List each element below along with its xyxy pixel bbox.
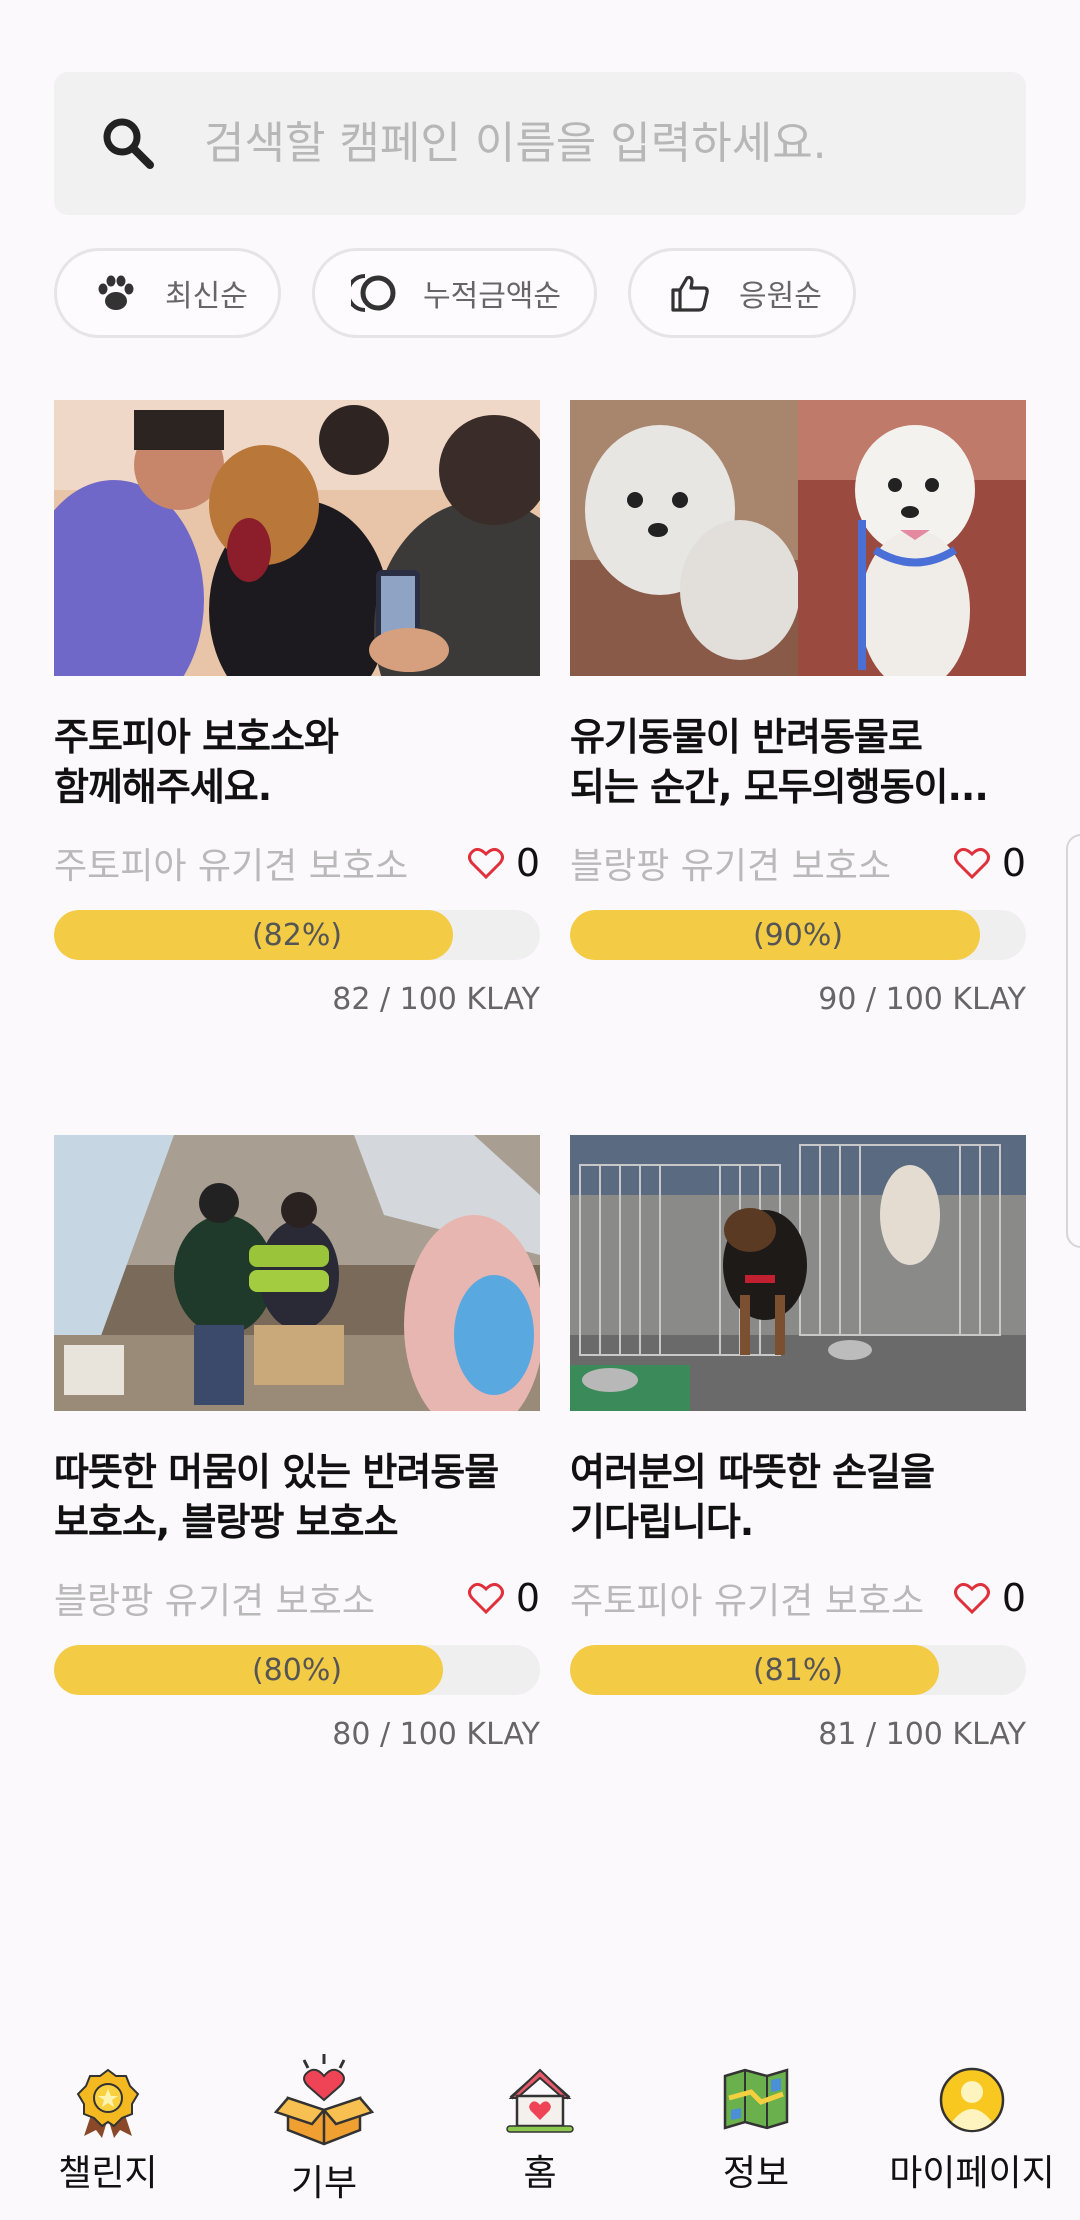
nav-item-challenge[interactable]: 챌린지 — [0, 2040, 216, 2220]
progress-bar: (90%) — [570, 910, 1026, 960]
heart-icon[interactable] — [953, 1581, 990, 1615]
nav-label: 마이페이지 — [889, 2153, 1055, 2194]
campaign-card[interactable]: 유기동물이 반려동물로 되는 순간, 모두의행동이... 블랑팡 유기견 보호소… — [570, 400, 1026, 1017]
nav-item-info[interactable]: 정보 — [648, 2040, 864, 2220]
campaign-image[interactable] — [570, 400, 1026, 676]
heart-icon[interactable] — [467, 846, 504, 880]
edge-panel-handle[interactable] — [1066, 834, 1080, 1248]
search-bar[interactable] — [54, 72, 1026, 215]
like-toggle[interactable]: 0 — [953, 841, 1026, 885]
like-count: 0 — [1001, 841, 1026, 885]
campaign-title: 따뜻한 머뭄이 있는 반려동물 보호소, 블랑팡 보호소 — [54, 1450, 499, 1544]
shelter-name: 블랑팡 유기견 보호소 — [54, 1581, 375, 1622]
donation-amount: 81 / 100 KLAY — [818, 1717, 1026, 1752]
progress-bar: (80%) — [54, 1645, 540, 1695]
like-count: 0 — [1001, 1576, 1026, 1620]
nav-label: 정보 — [722, 2153, 790, 2194]
donation-box-icon — [274, 2054, 374, 2146]
sort-chip-latest[interactable]: 최신순 — [54, 248, 281, 338]
campaign-image[interactable] — [54, 1135, 540, 1411]
donation-amount: 82 / 100 KLAY — [332, 982, 540, 1017]
user-avatar-icon — [939, 2067, 1005, 2133]
like-toggle[interactable]: 0 — [953, 1576, 1026, 1620]
sort-chip-cheers[interactable]: 응원순 — [628, 248, 856, 338]
sort-chip-label: 누적금액순 — [423, 279, 561, 314]
like-toggle[interactable]: 0 — [467, 1576, 540, 1620]
campaign-card[interactable]: 따뜻한 머뭄이 있는 반려동물 보호소, 블랑팡 보호소 블랑팡 유기견 보호소… — [54, 1135, 540, 1752]
sort-chip-label: 응원순 — [739, 279, 822, 314]
nav-label: 기부 — [290, 2163, 358, 2204]
progress-percent: (90%) — [752, 917, 844, 953]
paw-icon — [98, 275, 134, 310]
like-count: 0 — [515, 1576, 540, 1620]
search-input[interactable] — [204, 118, 964, 169]
progress-percent: (82%) — [251, 917, 343, 953]
nav-label: 챌린지 — [58, 2153, 158, 2194]
map-icon — [723, 2068, 789, 2130]
nav-item-home[interactable]: 홈 — [432, 2040, 648, 2220]
progress-bar: (82%) — [54, 910, 540, 960]
nav-label: 홈 — [523, 2153, 557, 2194]
shelter-name: 주토피아 유기견 보호소 — [54, 846, 409, 887]
campaign-image[interactable] — [54, 400, 540, 676]
campaign-title: 여러분의 따뜻한 손길을 기다립니다. — [570, 1450, 935, 1544]
nav-item-mypage[interactable]: 마이페이지 — [864, 2040, 1080, 2220]
nav-item-donation[interactable]: 기부 — [216, 2040, 432, 2220]
donation-amount: 80 / 100 KLAY — [332, 1717, 540, 1752]
thumbs-up-icon — [671, 275, 709, 312]
campaign-title: 주토피아 보호소와 함께해주세요. — [54, 715, 339, 809]
progress-bar: (81%) — [570, 1645, 1026, 1695]
campaign-card[interactable]: 주토피아 보호소와 함께해주세요. 주토피아 유기견 보호소 0 (82%) 8… — [54, 400, 540, 1017]
coins-icon — [351, 274, 396, 312]
shelter-name: 주토피아 유기견 보호소 — [570, 1581, 925, 1622]
shelter-name: 블랑팡 유기견 보호소 — [570, 846, 891, 887]
house-heart-icon — [506, 2068, 574, 2133]
heart-icon[interactable] — [953, 846, 990, 880]
heart-icon[interactable] — [467, 1581, 504, 1615]
bottom-navigation: 챌린지 기부 홈 정보 마이페이지 — [0, 2040, 1080, 2220]
like-toggle[interactable]: 0 — [467, 841, 540, 885]
progress-percent: (80%) — [251, 1652, 343, 1688]
campaign-image[interactable] — [570, 1135, 1026, 1411]
like-count: 0 — [515, 841, 540, 885]
medal-icon — [76, 2068, 140, 2138]
sort-chip-label: 최신순 — [165, 279, 248, 314]
campaign-title: 유기동물이 반려동물로 되는 순간, 모두의행동이... — [570, 715, 989, 809]
sort-chip-total-amount[interactable]: 누적금액순 — [312, 248, 597, 338]
progress-percent: (81%) — [752, 1652, 844, 1688]
campaign-card[interactable]: 여러분의 따뜻한 손길을 기다립니다. 주토피아 유기견 보호소 0 (81%)… — [570, 1135, 1026, 1752]
donation-amount: 90 / 100 KLAY — [818, 982, 1026, 1017]
search-icon[interactable] — [94, 109, 164, 179]
